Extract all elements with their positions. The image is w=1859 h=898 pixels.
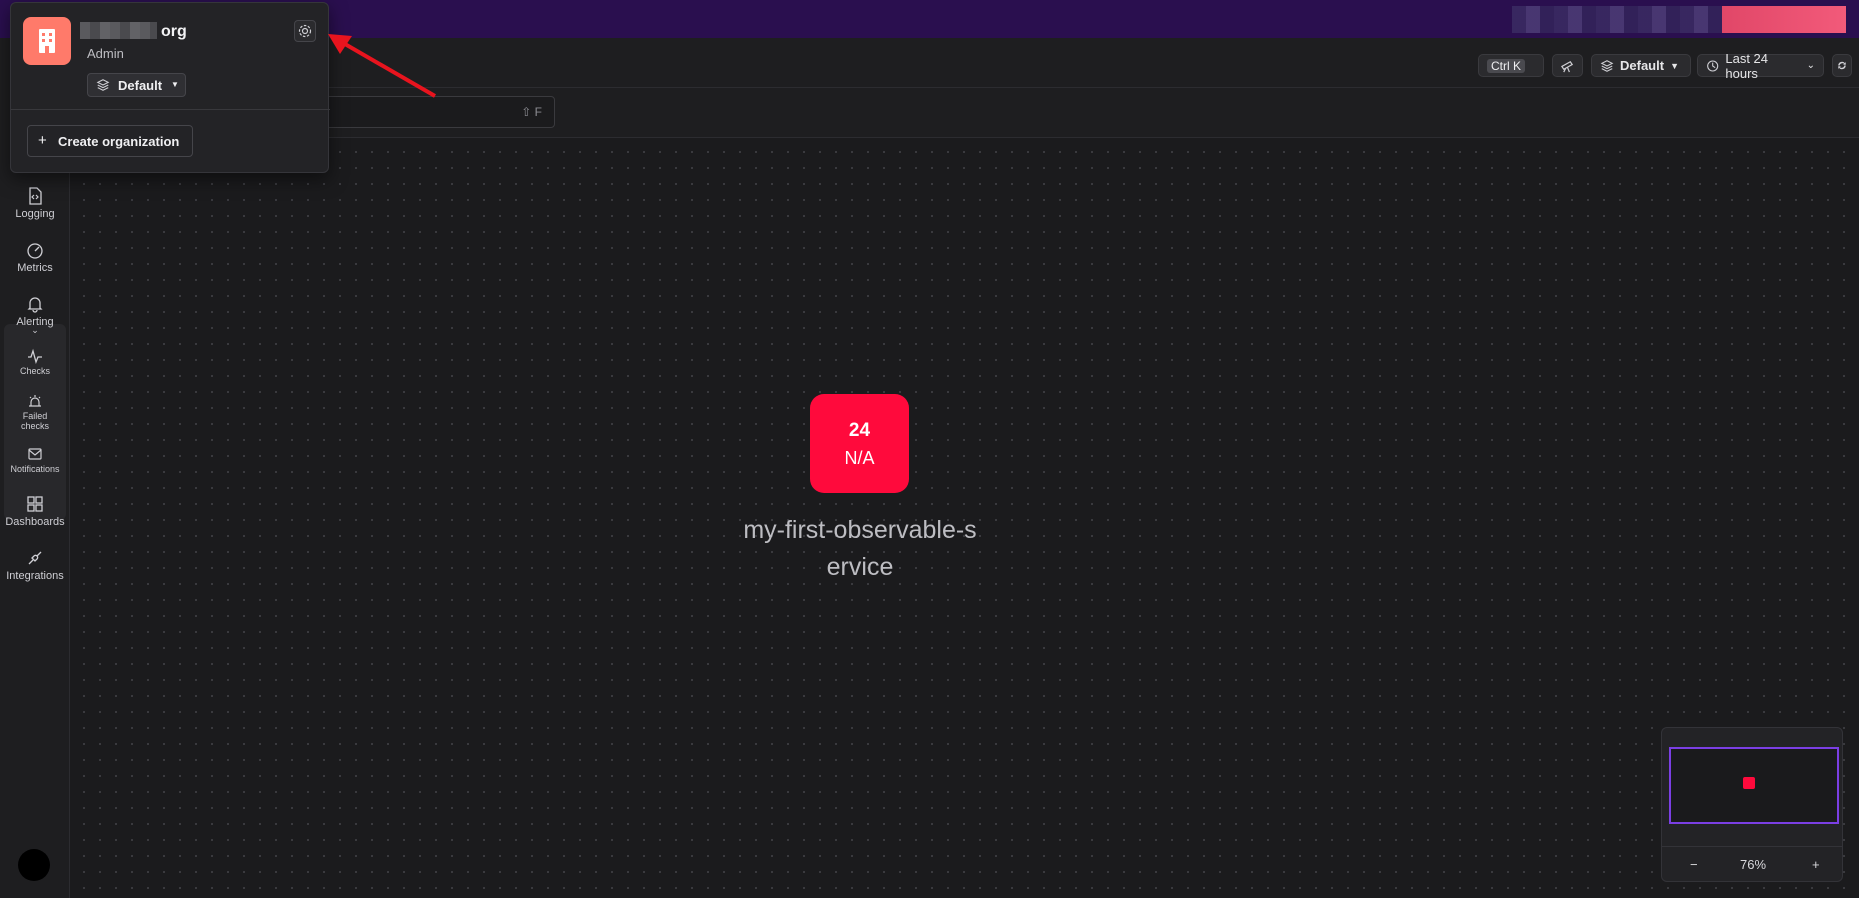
command-palette-button[interactable]: Ctrl K <box>1478 54 1544 77</box>
redacted-banner-badge <box>1722 6 1846 33</box>
mail-icon <box>28 448 42 460</box>
time-range-label: Last 24 hours <box>1725 50 1769 81</box>
caret-down-icon: ▼ <box>1670 60 1679 71</box>
organization-environment-select[interactable]: Default ▼ <box>87 73 186 97</box>
sidebar-item-label: Failed checks <box>20 411 49 431</box>
bell-icon <box>27 297 43 313</box>
create-organization-label: Create organization <box>58 134 180 149</box>
sidebar-item-metrics[interactable]: Metrics <box>0 241 70 274</box>
plug-icon <box>28 551 42 565</box>
siren-icon <box>29 395 41 407</box>
refresh-button[interactable] <box>1832 54 1852 77</box>
redacted-banner-content <box>1512 6 1722 33</box>
sidebar-item-integrations[interactable]: Integrations <box>0 549 70 582</box>
annotation-arrow <box>328 34 436 98</box>
sidebar-subitem-notifications[interactable]: Notifications <box>0 446 70 474</box>
organization-name: org <box>161 23 187 40</box>
sidebar-item-logging[interactable]: Logging <box>0 187 70 220</box>
sidebar-item-label: Logging <box>15 208 55 220</box>
sidebar-item-label: Dashboards <box>5 516 65 528</box>
sidebar-subitem-checks[interactable]: Checks <box>0 348 70 376</box>
organization-settings-button[interactable] <box>294 20 316 42</box>
node-status: N/A <box>844 448 875 468</box>
gear-icon <box>298 24 312 38</box>
user-avatar[interactable] <box>18 849 50 881</box>
environment-label: Default <box>1620 58 1665 73</box>
organization-menu: org Admin Default ▼ + Create organizatio… <box>10 2 330 173</box>
building-icon <box>39 29 55 53</box>
create-organization-button[interactable]: + Create organization <box>27 125 193 157</box>
organization-logo <box>23 17 71 65</box>
sidebar-item-label: Notifications <box>10 464 60 474</box>
minimap-viewport[interactable] <box>1669 747 1839 824</box>
zoom-out-button[interactable]: − <box>1690 857 1698 872</box>
divider <box>11 109 330 110</box>
sidebar-item-label: Metrics <box>17 262 53 274</box>
chevron-down-icon: ⌄ <box>31 326 39 336</box>
sidebar-item-label: Integrations <box>6 570 64 582</box>
redacted-org-name <box>80 22 157 39</box>
layers-icon <box>96 79 110 91</box>
sidebar-item-dashboards[interactable]: Dashboards <box>0 495 70 528</box>
shortcut-kbd: Ctrl K <box>1487 58 1525 73</box>
clock-icon <box>1707 59 1719 72</box>
sidebar-item-label: Checks <box>19 366 50 376</box>
node-label: my-first-observable-service <box>743 516 977 581</box>
sidebar-item-alerting[interactable]: Alerting ⌄ <box>0 295 70 336</box>
zoom-level: 76% <box>1740 857 1767 872</box>
sidebar-subitem-failed-checks[interactable]: Failed checks <box>0 393 70 431</box>
minimap: − 76% + <box>1661 727 1843 882</box>
explore-button[interactable] <box>1552 54 1583 77</box>
plus-icon: + <box>38 132 47 149</box>
grid-icon <box>27 496 43 512</box>
gauge-icon <box>27 243 43 259</box>
service-node[interactable]: 24 N/A <box>810 394 909 493</box>
minimap-node <box>1743 777 1755 789</box>
node-value: 24 <box>848 420 871 441</box>
zoom-controls: − 76% + <box>1662 846 1842 882</box>
caret-down-icon: ▼ <box>171 80 179 89</box>
logging-icon <box>29 187 42 205</box>
telescope-icon <box>1561 60 1574 73</box>
environment-label: Default <box>118 78 163 93</box>
search-shortcut-hint: ⇧ F <box>521 105 542 119</box>
refresh-icon <box>1838 61 1846 70</box>
organization-role: Admin <box>87 46 124 61</box>
layers-icon <box>1600 59 1614 72</box>
time-range-select[interactable]: Last 24 hours ⌄ <box>1697 51 1824 81</box>
pulse-icon <box>28 348 42 364</box>
environment-select[interactable]: Default ▼ <box>1591 54 1691 77</box>
zoom-in-button[interactable]: + <box>1812 857 1820 872</box>
chevron-down-icon: ⌄ <box>1806 60 1815 71</box>
